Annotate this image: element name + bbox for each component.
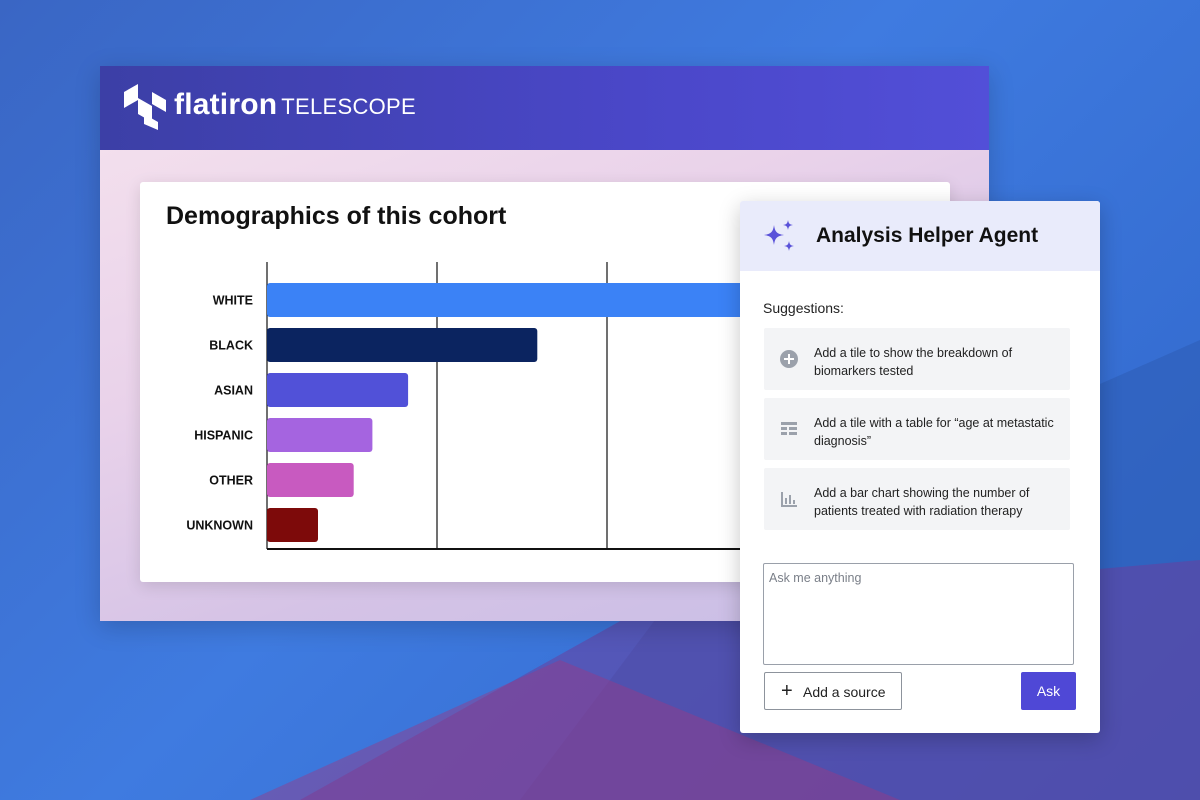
flatiron-logo-icon [124, 84, 166, 130]
suggestions-label: Suggestions: [763, 300, 844, 316]
add-source-label: Add a source [803, 684, 886, 700]
bar-black [267, 328, 538, 362]
category-label: HISPANIC [194, 429, 253, 443]
category-label: ASIAN [214, 384, 253, 398]
category-label: OTHER [209, 474, 253, 488]
agent-title: Analysis Helper Agent [816, 224, 1039, 247]
add-source-button[interactable]: + Add a source [764, 672, 902, 710]
sparkle-icon [764, 220, 794, 251]
agent-header: Analysis Helper Agent [740, 201, 1100, 271]
suggestion-biomarkers[interactable]: Add a tile to show the breakdown of biom… [764, 328, 1070, 390]
category-label: WHITE [213, 294, 253, 308]
brand-primary: flatiron [174, 88, 278, 121]
plus-icon: + [781, 680, 793, 702]
bar-asian [267, 373, 409, 407]
suggestion-text: Add a tile to show the breakdown of biom… [814, 346, 1013, 378]
brand-secondary: TELESCOPE [281, 94, 417, 119]
plus-circle-icon [780, 350, 798, 368]
ask-input[interactable] [763, 563, 1074, 665]
brand-name: flatiron TELESCOPE [174, 88, 416, 122]
suggestion-text: Add a bar chart showing the number of pa… [814, 486, 1030, 518]
table-icon [781, 422, 797, 435]
bar-other [267, 463, 354, 497]
category-label: BLACK [209, 339, 253, 353]
suggestion-radiation-chart[interactable]: Add a bar chart showing the number of pa… [764, 468, 1070, 530]
category-label: UNKNOWN [186, 519, 253, 533]
suggestion-age-table[interactable]: Add a tile with a table for “age at meta… [764, 398, 1070, 460]
suggestion-text: Add a tile with a table for “age at meta… [814, 416, 1054, 448]
bar-unknown [267, 508, 318, 542]
bar-chart-icon [781, 492, 797, 507]
bar-hispanic [267, 418, 373, 452]
app-header: flatiron TELESCOPE [100, 66, 989, 150]
agent-panel: Analysis Helper Agent Suggestions: Add a… [740, 201, 1100, 733]
ask-button[interactable]: Ask [1021, 672, 1076, 710]
